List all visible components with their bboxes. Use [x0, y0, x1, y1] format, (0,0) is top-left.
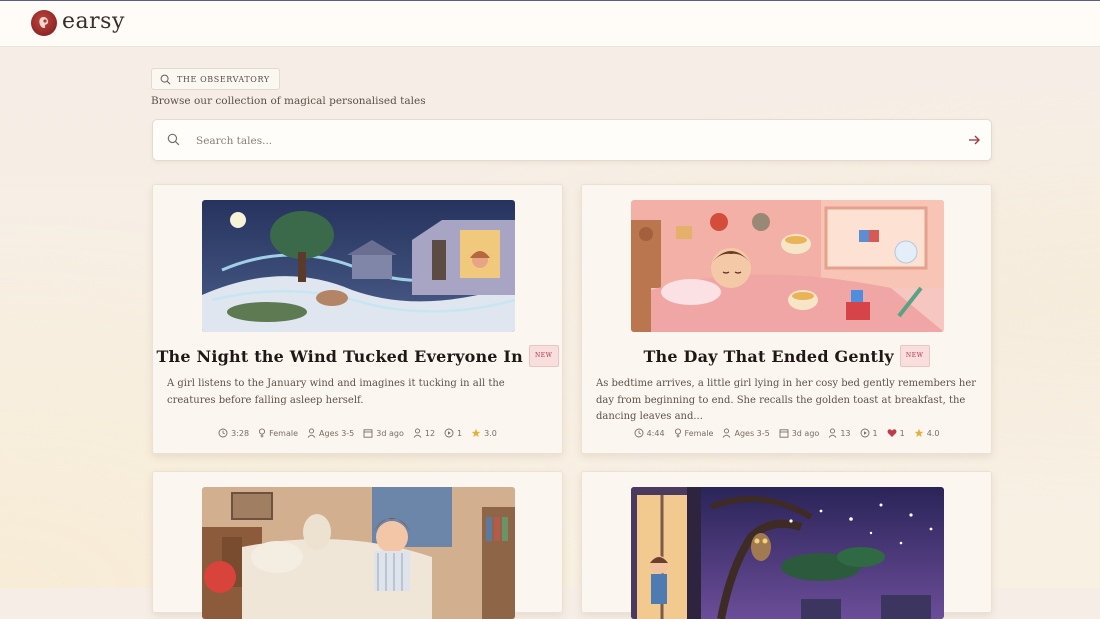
search-input[interactable] — [194, 130, 938, 152]
ages: Ages 3-5 — [307, 428, 354, 438]
plays: 1 — [444, 428, 462, 438]
app-name[interactable]: earsy — [62, 9, 125, 34]
published: 3d ago — [363, 428, 404, 438]
rating-value: 4.0 — [926, 428, 940, 438]
tale-title-row: The Day That Ended Gently NEW — [582, 345, 991, 367]
heart-icon — [887, 429, 897, 437]
ages-value: Ages 3-5 — [734, 428, 770, 438]
tale-card[interactable]: The Night the Wind Tucked Everyone In NE… — [152, 184, 563, 454]
gender: Female — [674, 428, 714, 438]
gender-value: Female — [684, 428, 714, 438]
ages: Ages 3-5 — [722, 428, 770, 438]
tale-illustration[interactable] — [631, 487, 944, 619]
section-label: THE OBSERVATORY — [177, 74, 270, 84]
tale-illustration[interactable] — [631, 200, 944, 332]
rating-value: 3.0 — [484, 428, 497, 438]
likes-value: 1 — [899, 428, 905, 438]
likes: 1 — [887, 428, 905, 438]
person-icon — [413, 428, 422, 438]
listeners: 13 — [828, 428, 851, 438]
top-bar: earsy — [0, 1, 1100, 47]
person-icon — [828, 428, 837, 438]
clock-icon — [634, 428, 644, 438]
person-icon — [307, 428, 316, 438]
search-icon — [167, 133, 180, 146]
person-icon — [723, 428, 731, 438]
tale-description: A girl listens to the January wind and i… — [167, 378, 505, 406]
listeners-value: 13 — [840, 428, 851, 438]
page-subtitle: Browse our collection of magical persona… — [151, 95, 426, 107]
ages-value: Ages 3-5 — [319, 428, 355, 438]
plays-value: 1 — [872, 428, 878, 438]
logo-icon[interactable] — [31, 10, 57, 36]
play-circle-icon — [860, 428, 869, 438]
listeners-value: 12 — [424, 428, 436, 438]
female-icon — [259, 428, 266, 438]
female-icon — [674, 428, 681, 438]
play-circle-icon — [444, 428, 454, 438]
published-value: 3d ago — [791, 428, 820, 438]
tale-card[interactable] — [152, 471, 563, 619]
published-value: 3d ago — [376, 428, 404, 438]
arrow-right-icon[interactable] — [967, 133, 981, 147]
tale-illustration[interactable] — [202, 200, 515, 332]
published: 3d ago — [779, 428, 820, 438]
duration-value: 3:28 — [231, 428, 250, 438]
search-icon — [160, 74, 171, 84]
calendar-icon — [779, 429, 789, 438]
rating: 3.0 — [471, 428, 497, 438]
duration: 4:44 — [634, 428, 665, 438]
star-icon — [471, 428, 481, 437]
duration: 3:28 — [218, 428, 249, 438]
listeners: 12 — [413, 428, 435, 438]
tale-card[interactable] — [581, 471, 992, 619]
tale-description: As bedtime arrives, a little girl lying … — [596, 378, 977, 422]
tale-title[interactable]: The Day That Ended Gently — [643, 347, 893, 366]
new-badge: NEW — [899, 345, 930, 367]
star-icon — [914, 428, 923, 437]
tale-card[interactable]: The Day That Ended Gently NEW As bedtime… — [581, 184, 992, 454]
tale-illustration[interactable] — [202, 487, 515, 619]
calendar-icon — [363, 429, 373, 438]
tale-title-row: The Night the Wind Tucked Everyone In NE… — [153, 345, 562, 367]
duration-value: 4:44 — [646, 428, 665, 438]
rating: 4.0 — [914, 428, 940, 438]
gender: Female — [258, 428, 298, 438]
tale-meta: 3:28 Female Ages 3-5 3d ago 12 1 3.0 — [153, 428, 562, 438]
plays: 1 — [860, 428, 878, 438]
tale-meta: 4:44 Female Ages 3-5 3d ago 13 1 1 4.0 — [582, 428, 991, 438]
tale-title[interactable]: The Night the Wind Tucked Everyone In — [156, 347, 523, 366]
gender-value: Female — [269, 428, 299, 438]
section-chip: THE OBSERVATORY — [151, 68, 280, 90]
new-badge: NEW — [528, 345, 559, 367]
search-bar — [152, 119, 992, 161]
plays-value: 1 — [457, 428, 463, 438]
clock-icon — [218, 428, 228, 438]
